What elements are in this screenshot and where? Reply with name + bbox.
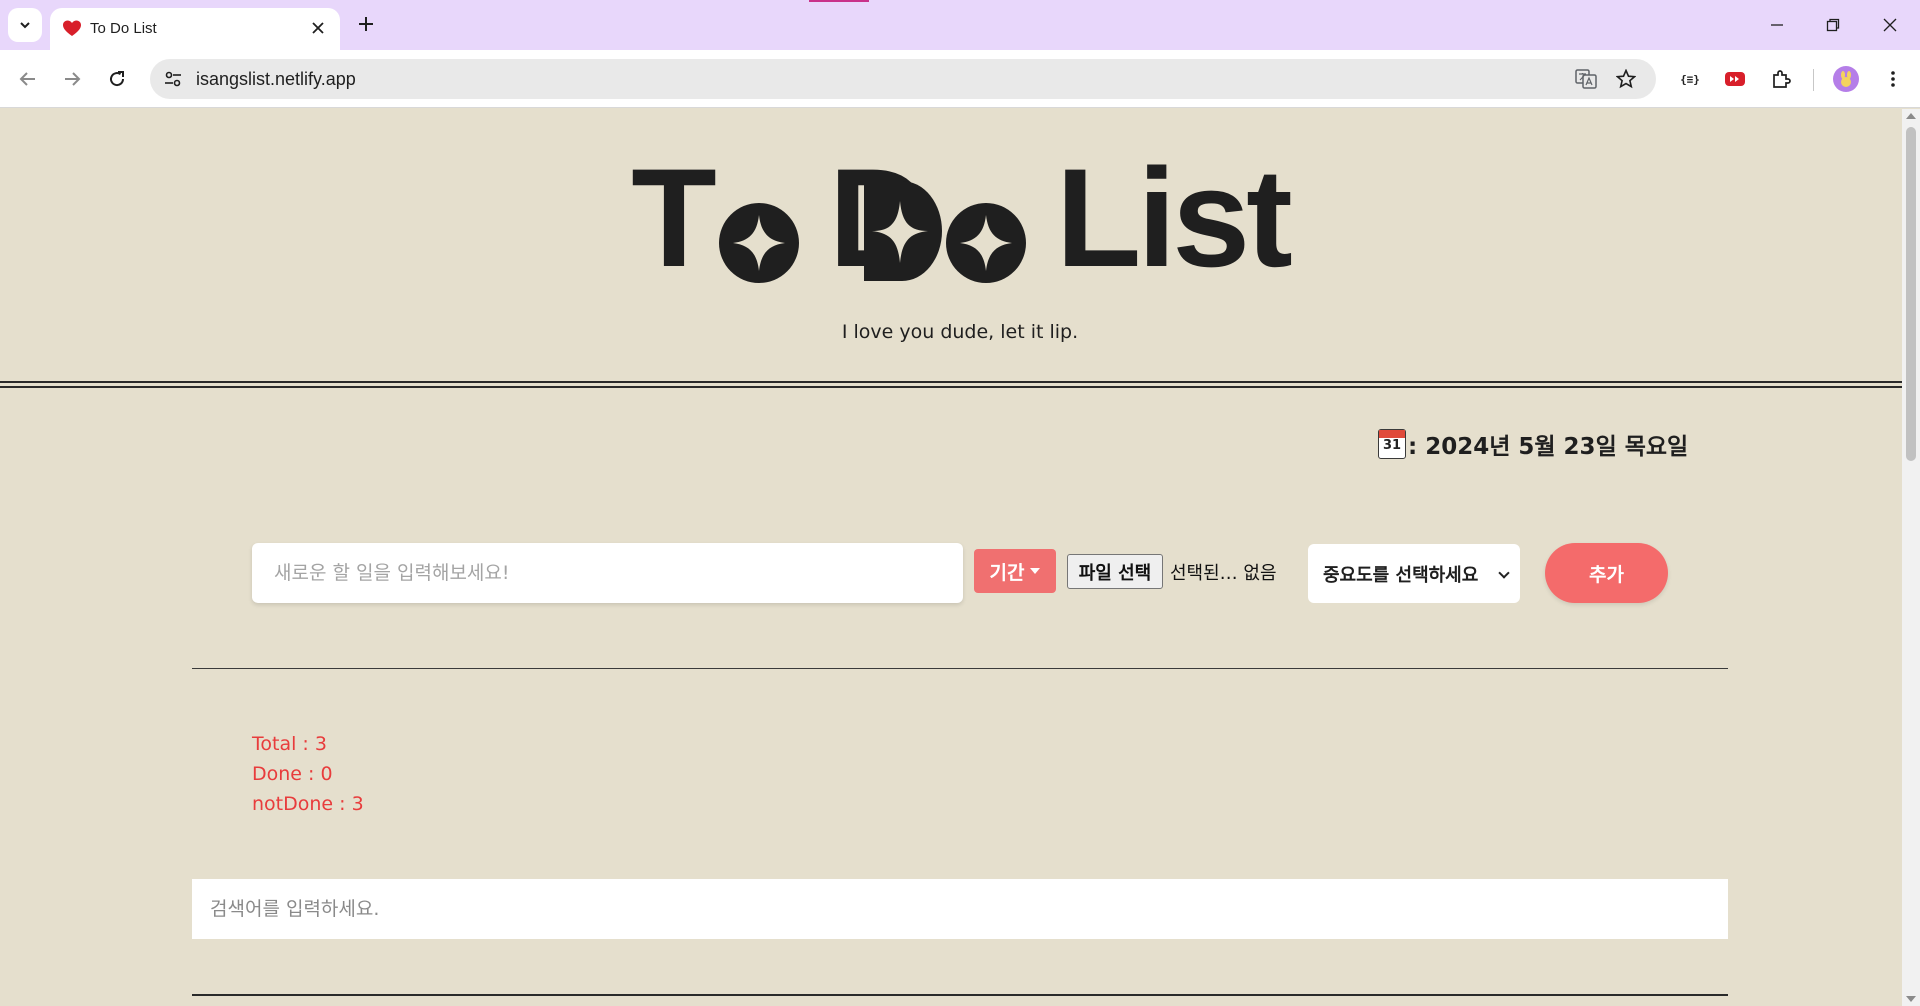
address-bar[interactable]: isangslist.netlify.app bbox=[150, 59, 1656, 99]
title-t: T bbox=[631, 139, 717, 296]
scroll-down-arrow[interactable] bbox=[1906, 996, 1916, 1002]
close-window-button[interactable] bbox=[1862, 0, 1918, 50]
page-subtitle: I love you dude, let it lip. bbox=[841, 321, 1079, 343]
date-display: 31 : 2024년 5월 23일 목요일 bbox=[1378, 427, 1688, 461]
forward-button[interactable] bbox=[58, 65, 86, 93]
todo-stats: Total : 3 Done : 0 notDone : 3 bbox=[252, 729, 364, 819]
restore-icon bbox=[1826, 18, 1840, 32]
tab-close-button[interactable] bbox=[308, 18, 328, 38]
star-o-icon bbox=[945, 203, 1026, 283]
todo-input[interactable] bbox=[252, 543, 963, 603]
title-list: List bbox=[1055, 139, 1293, 296]
svg-text:{≡}: {≡} bbox=[1680, 73, 1700, 86]
restore-button[interactable] bbox=[1805, 0, 1861, 50]
stat-not-done: notDone : 3 bbox=[252, 793, 364, 815]
scroll-thumb[interactable] bbox=[1906, 127, 1916, 461]
priority-selected-value: 중요도를 선택하세요 bbox=[1323, 564, 1479, 586]
caret-down-icon bbox=[1030, 568, 1041, 574]
video-extension-icon[interactable] bbox=[1721, 65, 1749, 93]
section-divider bbox=[192, 668, 1728, 669]
reload-icon bbox=[110, 71, 125, 87]
tab-title: To Do List bbox=[90, 20, 157, 37]
scroll-up-arrow[interactable] bbox=[1906, 113, 1916, 119]
add-button[interactable]: 추가 bbox=[1545, 543, 1668, 603]
minimize-button[interactable] bbox=[1749, 0, 1805, 50]
profile-avatar[interactable] bbox=[1833, 66, 1859, 92]
stat-done: Done : 0 bbox=[252, 763, 333, 785]
header-divider bbox=[0, 381, 1902, 388]
back-button[interactable] bbox=[14, 65, 42, 93]
period-dropdown-button[interactable]: 기간 bbox=[974, 549, 1056, 593]
browser-toolbar: isangslist.netlify.app {≡} bbox=[0, 50, 1920, 108]
translate-icon[interactable] bbox=[1574, 67, 1598, 91]
arrow-left-icon bbox=[19, 72, 35, 86]
star-d-icon bbox=[863, 181, 942, 281]
tab-strip: To Do List bbox=[0, 0, 1920, 50]
date-text: : 2024년 5월 23일 목요일 bbox=[1408, 434, 1689, 460]
star-bookmark-icon[interactable] bbox=[1614, 67, 1638, 91]
heart-icon bbox=[63, 20, 81, 36]
reload-button[interactable] bbox=[103, 65, 131, 93]
toolbar-separator bbox=[1813, 69, 1814, 91]
minimize-icon bbox=[1771, 24, 1783, 26]
close-icon bbox=[312, 22, 324, 34]
puzzle-extensions-icon[interactable] bbox=[1767, 65, 1795, 93]
tab-search-button[interactable] bbox=[8, 8, 42, 42]
new-tab-button[interactable] bbox=[352, 10, 380, 38]
stat-total: Total : 3 bbox=[252, 733, 327, 755]
star-o-icon bbox=[718, 203, 799, 283]
calendar-icon: 31 bbox=[1378, 429, 1406, 459]
chevron-down-icon bbox=[1498, 567, 1510, 579]
url-text[interactable]: isangslist.netlify.app bbox=[196, 69, 356, 90]
priority-select[interactable]: 중요도를 선택하세요 bbox=[1308, 544, 1520, 603]
file-select-button[interactable]: 파일 선택 bbox=[1067, 554, 1163, 589]
close-icon bbox=[1883, 18, 1897, 32]
page-title: T D List bbox=[0, 139, 1902, 296]
period-label: 기간 bbox=[989, 561, 1025, 584]
list-divider bbox=[192, 994, 1728, 996]
extension-braces-icon[interactable]: {≡} bbox=[1676, 65, 1704, 93]
file-status-text: 선택된… 없음 bbox=[1170, 563, 1277, 584]
site-info-icon[interactable] bbox=[162, 68, 184, 90]
arrow-right-icon bbox=[65, 72, 81, 86]
chevron-down-icon bbox=[20, 22, 30, 29]
menu-kebab-icon[interactable] bbox=[1879, 65, 1907, 93]
page-scrollbar[interactable] bbox=[1902, 109, 1920, 1006]
browser-tab[interactable]: To Do List bbox=[50, 8, 340, 50]
plus-icon bbox=[359, 17, 373, 31]
bunny-avatar-icon bbox=[1841, 71, 1851, 87]
page-content: T D List I love you dude, let it lip. 31… bbox=[0, 109, 1902, 1006]
tab-strip-accent bbox=[809, 0, 869, 2]
search-input[interactable] bbox=[192, 879, 1728, 939]
